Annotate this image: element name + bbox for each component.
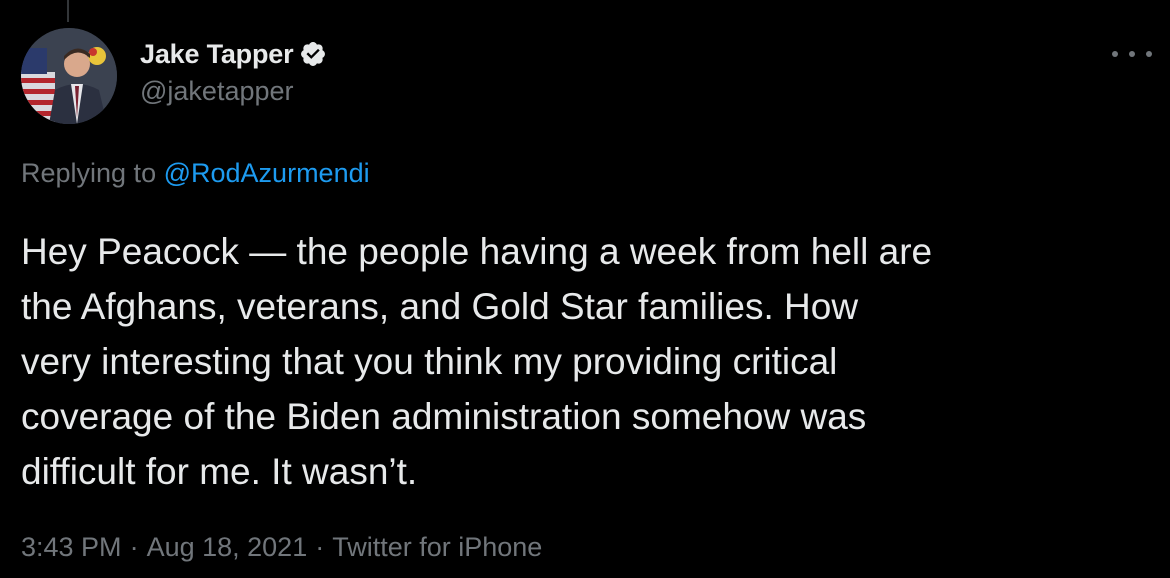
reply-mention-link[interactable]: @RodAzurmendi	[164, 158, 370, 188]
tweet-text-line: the Afghans, veterans, and Gold Star fam…	[21, 286, 859, 327]
replying-to-line: Replying to @RodAzurmendi	[21, 158, 370, 189]
tweet-text-line: Hey Peacock — the people having a week f…	[21, 231, 933, 272]
avatar-image	[21, 28, 117, 124]
tweet-metadata: 3:43 PM · Aug 18, 2021 · Twitter for iPhone	[21, 532, 542, 563]
more-options-icon[interactable]	[1112, 40, 1152, 68]
tweet-time-link[interactable]: 3:43 PM	[21, 532, 122, 562]
meta-separator: ·	[129, 532, 139, 562]
tweet-text-line: very interesting that you think my provi…	[21, 341, 838, 382]
tweet-text-line: difficult for me. It wasn’t.	[21, 451, 418, 492]
meta-separator: ·	[315, 532, 325, 562]
tweet-source-link[interactable]: Twitter for iPhone	[332, 532, 542, 562]
avatar[interactable]	[21, 28, 117, 124]
author-display-name[interactable]: Jake Tapper	[140, 39, 294, 70]
replying-to-label: Replying to	[21, 158, 157, 188]
author-handle[interactable]: @jaketapper	[140, 76, 294, 107]
thread-connector-line	[67, 0, 69, 22]
more-dot	[1146, 51, 1152, 57]
more-dot	[1129, 51, 1135, 57]
author-name-row[interactable]: Jake Tapper	[140, 36, 327, 72]
more-dot	[1112, 51, 1118, 57]
tweet-text-line: coverage of the Biden administration som…	[21, 396, 867, 437]
verified-badge-icon	[299, 40, 327, 68]
tweet-date-link[interactable]: Aug 18, 2021	[147, 532, 308, 562]
tweet-body: Hey Peacock — the people having a week f…	[21, 224, 1156, 499]
